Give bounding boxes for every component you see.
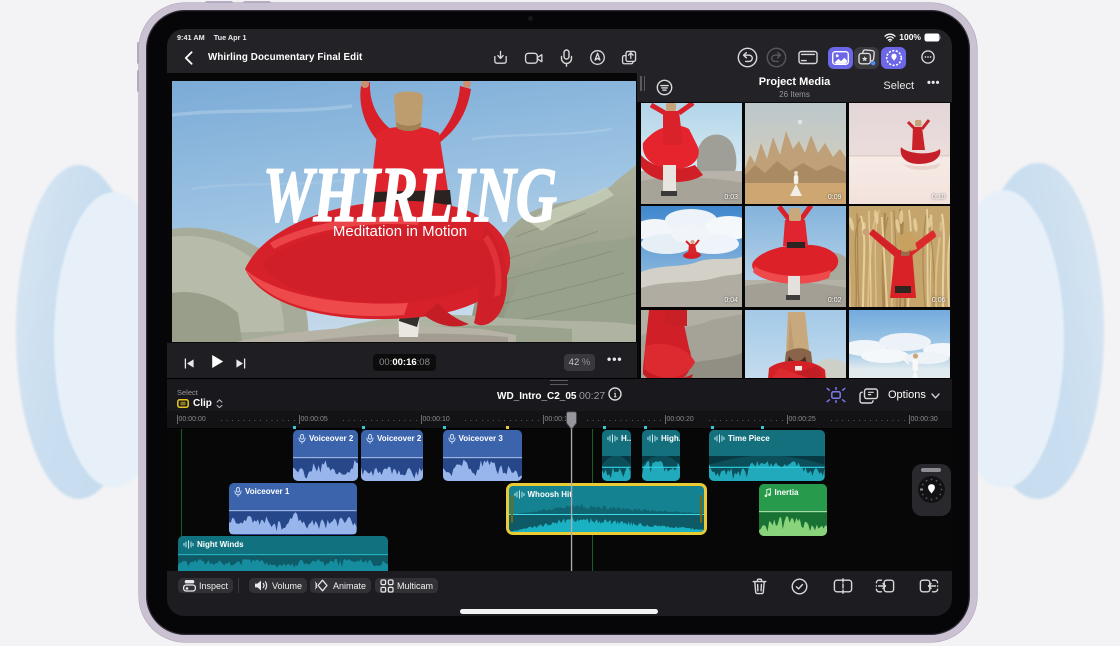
svg-text:Meditation in Motion: Meditation in Motion — [333, 223, 467, 240]
